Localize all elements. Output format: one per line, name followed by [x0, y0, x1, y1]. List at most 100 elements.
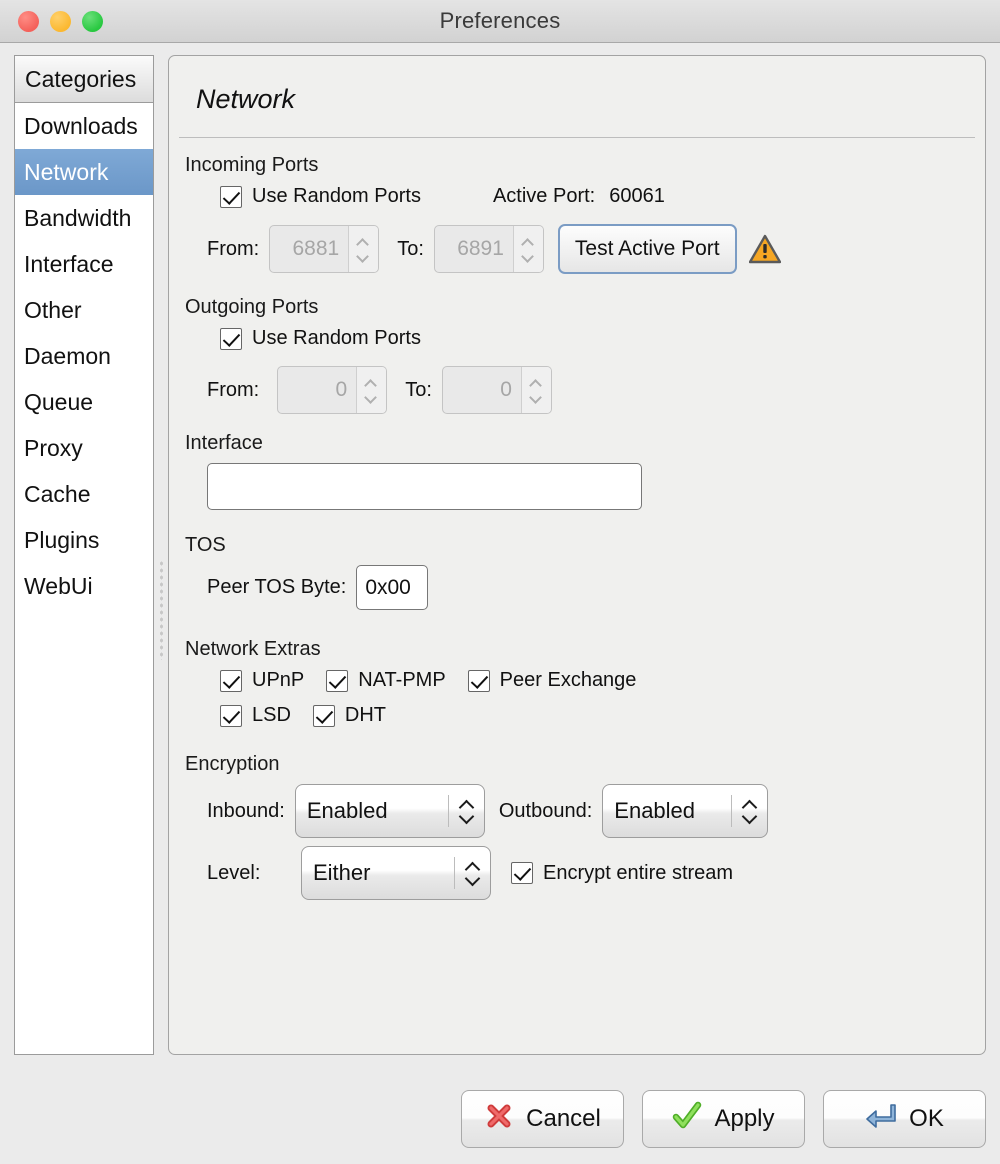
encrypt-entire-stream-label: Encrypt entire stream [543, 861, 734, 884]
encryption-level-value: Either [313, 860, 371, 885]
dht-checkbox[interactable] [312, 704, 335, 727]
panel-splitter[interactable] [154, 55, 168, 1164]
chevron-down-icon [523, 253, 534, 260]
green-check-icon [672, 1101, 702, 1138]
warning-triangle-icon [748, 234, 781, 264]
chevron-down-icon [460, 813, 473, 821]
network-extras-label: Network Extras [185, 638, 321, 660]
cancel-button[interactable]: Cancel [461, 1090, 624, 1148]
inbound-encryption-select[interactable]: Enabled [294, 784, 485, 838]
sidebar-item-daemon[interactable]: Daemon [15, 333, 153, 379]
peer-exchange-checkbox[interactable] [467, 669, 490, 692]
incoming-to-value: 6891 [457, 237, 504, 260]
peer-tos-byte-input[interactable]: 0x00 [356, 565, 429, 610]
nat-pmp-label: NAT-PMP [358, 669, 446, 691]
outbound-encryption-select[interactable]: Enabled [602, 784, 769, 838]
encryption-label: Encryption [185, 753, 280, 775]
sidebar-item-label: Proxy [24, 434, 83, 461]
inbound-encryption-value: Enabled [306, 798, 388, 823]
dialog-buttons: Cancel Apply OK [14, 1090, 986, 1148]
sidebar-item-bandwidth[interactable]: Bandwidth [15, 195, 153, 241]
incoming-to-stepper[interactable] [512, 226, 543, 272]
outgoing-use-random-ports-label: Use Random Ports [252, 327, 421, 349]
encrypt-entire-stream-checkbox[interactable] [511, 862, 533, 884]
upnp-label: UPnP [252, 669, 305, 691]
sidebar-item-label: Downloads [24, 112, 138, 139]
window-body: Categories Downloads Network Bandwidth I… [0, 43, 1000, 1164]
interface-label: Interface [185, 432, 263, 454]
lsd-checkbox[interactable] [220, 704, 242, 727]
ok-button-label: OK [909, 1105, 944, 1132]
incoming-from-value: 6881 [292, 237, 340, 260]
apply-button-label: Apply [714, 1105, 775, 1132]
level-label: Level: [207, 861, 261, 884]
sidebar: Categories Downloads Network Bandwidth I… [14, 55, 154, 1164]
sidebar-item-label: Daemon [24, 342, 111, 369]
sidebar-item-webui[interactable]: WebUi [15, 563, 153, 609]
ok-button[interactable]: OK [823, 1090, 986, 1148]
incoming-from-label: From: [207, 237, 260, 260]
sidebar-item-downloads[interactable]: Downloads [15, 103, 153, 149]
incoming-to-spinbox[interactable]: 6891 [433, 225, 544, 273]
active-port-label: Active Port: [492, 185, 596, 207]
apply-button[interactable]: Apply [642, 1090, 805, 1148]
outgoing-from-value: 0 [335, 378, 348, 401]
outgoing-to-label: To: [405, 378, 432, 401]
encryption-level-select[interactable]: Either [301, 846, 491, 900]
page-title: Network [196, 84, 296, 114]
incoming-random-row: Use Random Ports Active Port: 60061 [220, 185, 985, 208]
incoming-use-random-ports-label: Use Random Ports [252, 185, 421, 207]
outbound-encryption-value: Enabled [614, 798, 696, 823]
chevron-up-icon [743, 801, 756, 809]
outgoing-to-spinbox[interactable]: 0 [441, 366, 552, 414]
peer-exchange-label: Peer Exchange [499, 669, 637, 691]
outgoing-from-spinbox[interactable]: 0 [277, 366, 388, 414]
network-extras-row-2: LSD DHT [220, 704, 985, 727]
sidebar-item-label: Bandwidth [24, 204, 132, 231]
test-active-port-button[interactable]: Test Active Port [557, 224, 737, 274]
encryption-level-row: Level: Either Encrypt entire stream [207, 846, 985, 900]
sidebar-item-label: Network [24, 158, 109, 185]
sidebar-item-proxy[interactable]: Proxy [15, 425, 153, 471]
network-settings: Incoming Ports Use Random Ports Active P… [169, 154, 985, 900]
incoming-port-range-row: From: 6881 To: 6891 Test Active Port [207, 224, 985, 274]
chevron-up-icon [531, 380, 542, 387]
sidebar-item-network[interactable]: Network [15, 149, 153, 195]
sidebar-item-label: Cache [24, 480, 91, 507]
sidebar-item-cache[interactable]: Cache [15, 471, 153, 517]
cancel-button-label: Cancel [526, 1105, 601, 1132]
chevron-down-icon [466, 875, 479, 883]
outgoing-use-random-ports-checkbox[interactable] [220, 327, 242, 350]
sidebar-item-queue[interactable]: Queue [15, 379, 153, 425]
incoming-ports-label: Incoming Ports [185, 154, 319, 176]
title-separator [179, 137, 975, 138]
network-extras-row-1: UPnP NAT-PMP Peer Exchange [220, 669, 985, 692]
incoming-from-stepper[interactable] [348, 226, 379, 272]
dht-label: DHT [344, 704, 387, 726]
chevron-down-icon [743, 813, 756, 821]
sidebar-item-interface[interactable]: Interface [15, 241, 153, 287]
inbound-label: Inbound: [207, 799, 285, 822]
outgoing-from-label: From: [207, 378, 260, 401]
red-x-icon [484, 1101, 514, 1138]
chevron-up-icon [523, 239, 534, 246]
sidebar-item-label: Interface [24, 250, 114, 277]
sidebar-item-label: Other [24, 296, 82, 323]
upnp-checkbox[interactable] [220, 669, 242, 692]
sidebar-item-label: Plugins [24, 526, 100, 553]
interface-input[interactable] [207, 463, 642, 510]
sidebar-item-label: Queue [24, 388, 94, 415]
outgoing-to-stepper[interactable] [520, 367, 551, 413]
outgoing-from-stepper[interactable] [356, 367, 387, 413]
incoming-use-random-ports-checkbox[interactable] [220, 185, 242, 208]
window-title: Preferences [439, 8, 561, 33]
outgoing-to-value: 0 [500, 378, 512, 401]
incoming-from-spinbox[interactable]: 6881 [269, 225, 380, 273]
peer-tos-byte-label: Peer TOS Byte: [207, 576, 347, 598]
chevron-down-icon [358, 253, 369, 260]
sidebar-item-plugins[interactable]: Plugins [15, 517, 153, 563]
active-port-value: 60061 [609, 185, 665, 207]
nat-pmp-checkbox[interactable] [326, 669, 349, 692]
preferences-content-panel: Network Incoming Ports Use Random Ports … [168, 55, 986, 1055]
sidebar-item-other[interactable]: Other [15, 287, 153, 333]
